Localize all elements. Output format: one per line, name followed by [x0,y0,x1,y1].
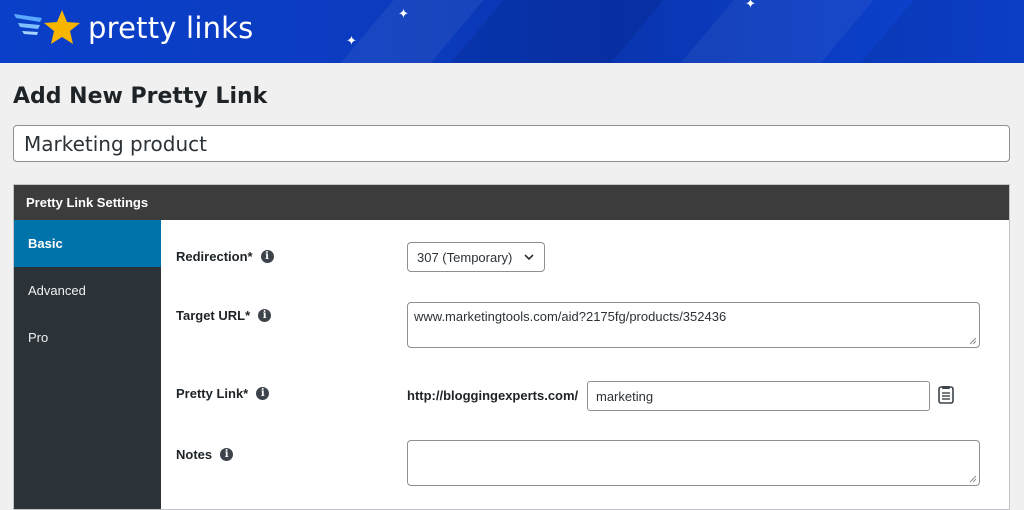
tab-pro[interactable]: Pro [14,314,161,361]
resize-grip-icon[interactable] [969,337,977,345]
pretty-link-label-text: Pretty Link* [176,386,249,401]
banner-stripe [649,0,891,63]
target-url-value: www.marketingtools.com/aid?2175fg/produc… [414,309,727,324]
notes-label: Notes i [176,447,234,462]
sparkle-icon: ✦ [346,33,357,48]
notes-label-text: Notes [176,447,213,462]
resize-grip-icon[interactable] [969,475,977,483]
redirection-select[interactable]: 307 (Temporary) [407,242,545,272]
notes-field[interactable] [407,440,980,486]
link-title-value: Marketing product [24,131,207,156]
info-icon[interactable]: i [258,309,272,322]
redirection-value: 307 (Temporary) [417,249,513,265]
sparkle-icon: ✦ [398,6,409,21]
star-logo-icon [14,10,80,44]
tab-advanced[interactable]: Advanced [14,267,161,314]
redirection-label-text: Redirection* [176,249,253,264]
chevron-down-icon [524,254,534,261]
info-icon[interactable]: i [260,250,274,263]
pretty-link-slug-input[interactable]: marketing [587,381,930,411]
settings-header: Pretty Link Settings [14,185,1009,220]
tab-basic[interactable]: Basic [14,220,161,267]
sparkle-icon: ✦ [745,0,756,11]
info-icon[interactable]: i [256,387,270,400]
pretty-link-label: Pretty Link* i [176,386,270,401]
target-url-field[interactable]: www.marketingtools.com/aid?2175fg/produc… [407,302,980,348]
page-title: Add New Pretty Link [13,84,268,109]
redirection-label: Redirection* i [176,249,274,264]
target-url-label-text: Target URL* [176,308,251,323]
brand-name: pretty links [88,11,254,45]
info-icon[interactable]: i [220,448,234,461]
brand-logo[interactable]: pretty links [12,8,253,48]
settings-panel: Pretty Link Settings Basic Advanced Pro … [13,184,1010,510]
header-banner: ✦ ✦ ✦ pretty links [0,0,1024,63]
target-url-label: Target URL* i [176,308,272,323]
clipboard-icon[interactable] [937,385,955,405]
link-title-input[interactable]: Marketing product [13,125,1010,162]
pretty-link-slug-value: marketing [596,388,654,404]
settings-sidenav: Basic Advanced Pro [14,220,161,509]
pretty-link-prefix: http://bloggingexperts.com/ [407,388,579,403]
